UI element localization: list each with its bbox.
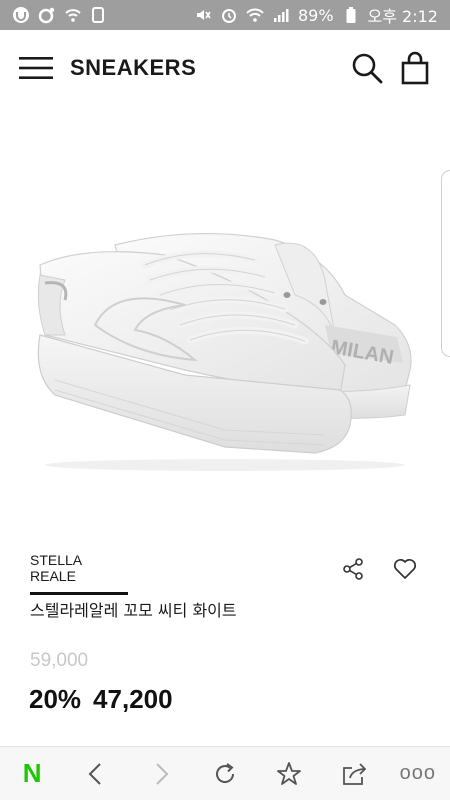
search-icon: [352, 53, 383, 84]
star-icon: [277, 761, 302, 785]
heart-icon: [393, 558, 417, 579]
share-page-button[interactable]: [332, 752, 376, 796]
chevron-right-icon: [155, 762, 169, 785]
wifi-notification-icon: [64, 6, 82, 24]
wishlist-button[interactable]: [388, 552, 422, 586]
product-name: 스텔라레알레 꼬모 씨티 화이트: [30, 601, 237, 620]
app-header: SNEAKERS: [0, 30, 450, 106]
chevron-left-icon: [89, 762, 102, 785]
brand-row: STELLA REALE: [30, 552, 422, 595]
status-right: 89% 오후 2:12: [194, 3, 438, 27]
wifi-icon: [246, 6, 264, 24]
page-title: SNEAKERS: [70, 55, 197, 80]
cart-button[interactable]: [398, 51, 432, 85]
product-actions: [336, 552, 422, 586]
brand-link[interactable]: STELLA REALE: [30, 552, 128, 595]
browser-toolbar: N ooo: [0, 746, 450, 800]
status-bar: 89% 오후 2:12: [0, 0, 450, 30]
original-price: 59,000: [30, 650, 89, 671]
naver-home-button[interactable]: N: [10, 752, 54, 796]
refresh-icon: [215, 762, 234, 783]
alarm-icon: [220, 6, 238, 24]
more-button[interactable]: ooo: [396, 752, 440, 796]
app-notification-icon: [12, 6, 30, 24]
menu-button[interactable]: [18, 53, 54, 83]
share-out-icon: [342, 762, 366, 785]
status-left: [12, 6, 108, 24]
header-actions: [350, 51, 432, 85]
sale-price-row: 20% 47,200: [29, 684, 173, 715]
drawer-handle[interactable]: [441, 170, 450, 357]
refresh-button[interactable]: [203, 752, 247, 796]
mute-icon: [194, 6, 212, 24]
share-icon: [343, 558, 363, 580]
bookmark-button[interactable]: [267, 752, 311, 796]
sale-price: 47,200: [93, 684, 173, 714]
signal-icon: [272, 6, 290, 24]
discount-rate: 20%: [29, 684, 82, 714]
back-button[interactable]: [74, 752, 118, 796]
clock: 오후 2:12: [367, 7, 438, 26]
camera-notification-icon: [38, 6, 56, 24]
search-button[interactable]: [350, 51, 384, 85]
screenshot-notification-icon: [90, 6, 108, 24]
shopping-bag-icon: [401, 51, 429, 85]
more-dots-icon: ooo: [399, 762, 437, 784]
product-image[interactable]: MILAN: [0, 150, 450, 510]
forward-button[interactable]: [139, 752, 183, 796]
battery-icon: [342, 6, 360, 24]
sneaker-image: MILAN: [37, 233, 412, 471]
naver-logo-icon: N: [22, 758, 42, 788]
battery-percent: 89%: [297, 5, 334, 25]
product-page: 89% 오후 2:12 SNEAKERS MILAN STELLA REALE …: [0, 0, 450, 800]
hamburger-menu-icon: [19, 57, 53, 79]
share-button[interactable]: [336, 552, 370, 586]
